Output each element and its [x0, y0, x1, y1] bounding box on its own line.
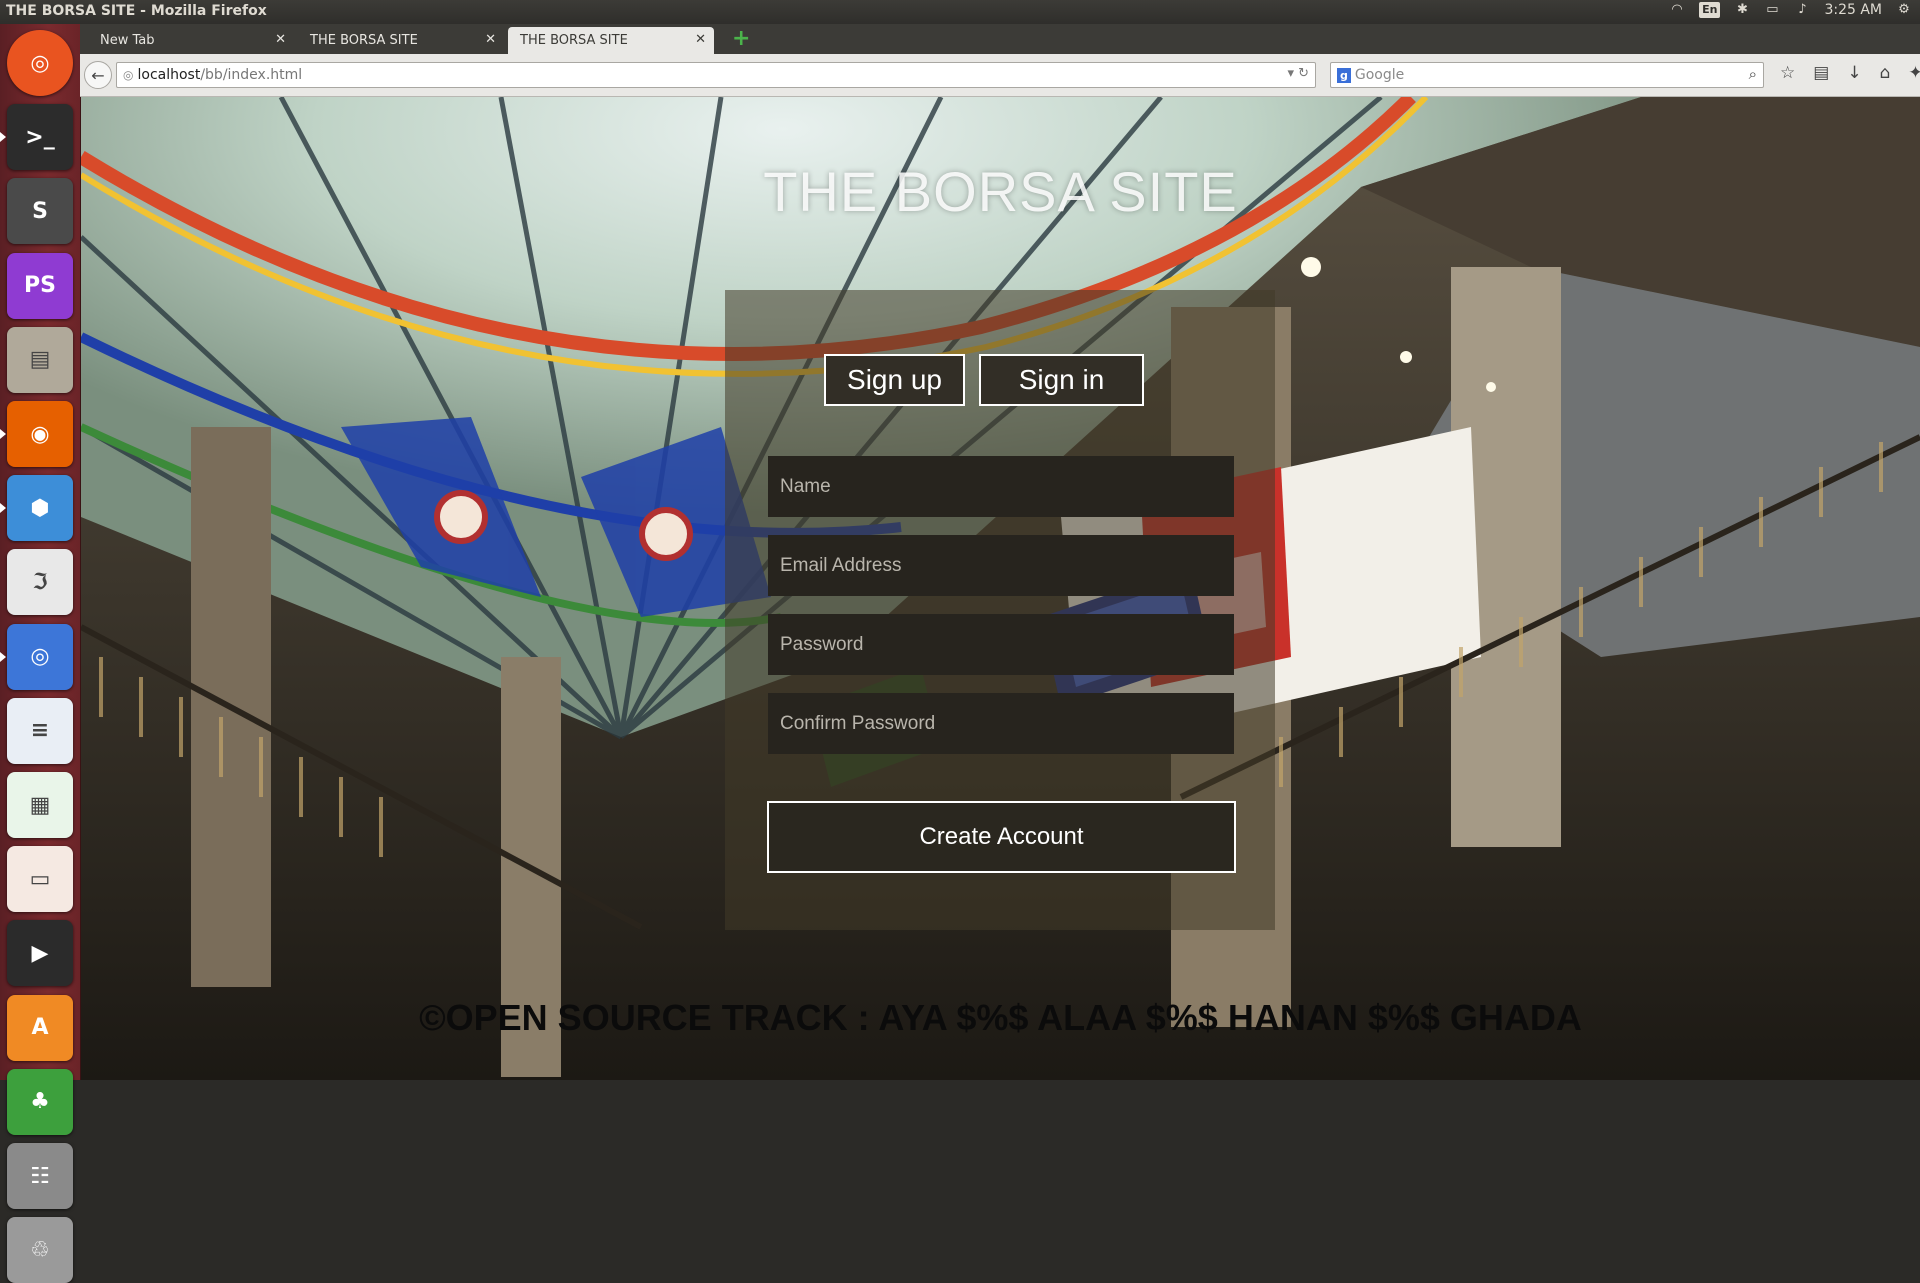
youtube-downloader-icon[interactable]: ▶	[7, 920, 73, 987]
site-identity-icon[interactable]: ◎	[123, 68, 133, 82]
workspace-switcher-icon[interactable]: ☷	[7, 1143, 73, 1209]
clock[interactable]: 3:25 AM	[1824, 2, 1882, 18]
search-icon[interactable]: ⌕	[1749, 65, 1757, 83]
reading-list-icon[interactable]: ▤	[1813, 63, 1829, 83]
signup-tab-button[interactable]: Sign up	[824, 354, 965, 406]
new-tab-plus-icon[interactable]: +	[732, 28, 750, 50]
password-field[interactable]	[768, 614, 1234, 675]
running-indicator	[0, 651, 6, 662]
software-center-icon[interactable]: A	[7, 994, 73, 1061]
search-engine-icon[interactable]: g	[1337, 67, 1351, 83]
ubuntu-dash-icon[interactable]: ◎	[7, 30, 73, 96]
gnome-games-icon[interactable]: ♣	[7, 1068, 73, 1135]
browser-tab-bar: New Tab ✕ THE BORSA SITE ✕ THE BORSA SIT…	[80, 24, 1920, 54]
footer-credits: ©OPEN SOURCE TRACK : AYA $%$ ALAA $%$ HA…	[419, 997, 1582, 1038]
unity-launcher: ◎ >_ S PS ▤ ◉ ⬢ ℑ ◎ ≡ ▦ ▭ ▶ A ♣ ☷ ♲	[0, 24, 81, 1283]
close-icon[interactable]: ✕	[275, 32, 286, 47]
email-field[interactable]	[768, 535, 1234, 596]
running-indicator	[0, 132, 6, 143]
wifi-icon[interactable]: ◠	[1669, 2, 1685, 18]
keyboard-layout-indicator[interactable]: En	[1699, 2, 1721, 18]
home-icon[interactable]: ⌂	[1880, 63, 1891, 83]
libreoffice-impress-icon[interactable]: ▭	[7, 846, 73, 913]
site-title: THE BORSA SITE	[763, 160, 1238, 223]
libreoffice-writer-icon[interactable]: ≡	[7, 697, 73, 764]
running-indicator	[0, 503, 6, 514]
battery-icon[interactable]: ▭	[1764, 2, 1780, 18]
confirm-password-field[interactable]	[768, 693, 1234, 754]
browser-nav-bar: ← ◎ localhost/bb/index.html ▾ ↻ g Google…	[80, 54, 1920, 97]
volume-icon[interactable]: ♪	[1794, 2, 1810, 18]
page-viewport: THE BORSA SITE Sign up Sign in Create Ac…	[81, 97, 1920, 1080]
files-icon[interactable]: ▤	[7, 326, 73, 393]
libreoffice-calc-icon[interactable]: ▦	[7, 772, 73, 838]
url-host: localhost	[137, 67, 201, 83]
url-dropdown-and-reload[interactable]: ▾ ↻	[1287, 66, 1309, 81]
tab-label: THE BORSA SITE	[520, 33, 628, 48]
signin-tab-button[interactable]: Sign in	[979, 354, 1144, 406]
name-field[interactable]	[768, 456, 1234, 517]
back-arrow-icon: ←	[91, 65, 105, 85]
bookmark-star-icon[interactable]: ☆	[1780, 63, 1795, 83]
downloads-icon[interactable]: ↓	[1847, 63, 1861, 83]
sublime-text-icon[interactable]: S	[7, 178, 73, 245]
bluetooth-icon[interactable]: ✱	[1734, 2, 1750, 18]
tab-label: THE BORSA SITE	[310, 33, 418, 48]
url-path: /bb/index.html	[200, 67, 303, 83]
tab-borsa-site[interactable]: THE BORSA SITE ✕	[298, 27, 504, 54]
search-bar[interactable]: g Google ⌕	[1330, 62, 1764, 88]
running-indicator	[0, 429, 6, 439]
settings-gear-icon[interactable]: ⚙	[1896, 2, 1912, 18]
phpstorm-icon[interactable]: PS	[7, 252, 73, 319]
search-placeholder: Google	[1354, 67, 1405, 83]
terminal-icon[interactable]: >_	[7, 104, 73, 171]
url-bar[interactable]: ◎ localhost/bb/index.html ▾ ↻	[116, 62, 1316, 88]
tab-label: New Tab	[100, 33, 155, 48]
trash-icon[interactable]: ♲	[7, 1217, 73, 1283]
back-button[interactable]: ←	[84, 61, 112, 89]
window-title: THE BORSA SITE - Mozilla Firefox	[6, 3, 267, 19]
create-account-button[interactable]: Create Account	[767, 801, 1236, 873]
virtualbox-icon[interactable]: ⬢	[7, 475, 73, 542]
close-icon[interactable]: ✕	[695, 32, 706, 47]
pdf-reader-icon[interactable]: ℑ	[7, 549, 73, 616]
tab-new-tab[interactable]: New Tab ✕	[88, 27, 294, 54]
firefox-icon[interactable]: ◉	[7, 401, 73, 467]
toolbar-buttons: ☆ ▤ ↓ ⌂ ✦ ≡	[1780, 63, 1920, 83]
close-icon[interactable]: ✕	[485, 32, 496, 47]
tab-borsa-site-active[interactable]: THE BORSA SITE ✕	[508, 27, 714, 54]
extension-icon[interactable]: ✦	[1908, 63, 1920, 83]
chromium-icon[interactable]: ◎	[7, 623, 73, 690]
system-tray: ◠ En ✱ ▭ ♪ 3:25 AM ⚙	[1669, 2, 1912, 18]
system-top-bar: THE BORSA SITE - Mozilla Firefox ◠ En ✱ …	[0, 0, 1920, 24]
